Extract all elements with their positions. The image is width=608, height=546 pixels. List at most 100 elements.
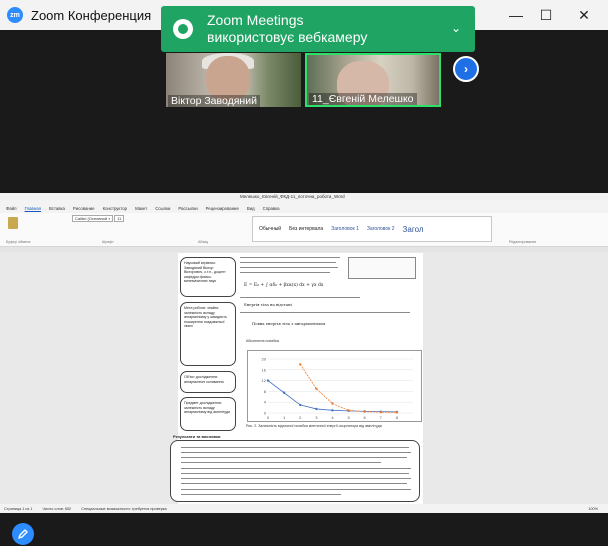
chevron-down-icon[interactable]: ⌄ bbox=[451, 21, 461, 35]
data-point bbox=[363, 410, 366, 413]
x-tick-label: 6 bbox=[364, 415, 367, 420]
tab-draw[interactable]: Рисование bbox=[73, 206, 95, 211]
zoom-logo-icon: zm bbox=[7, 7, 23, 23]
style-heading-1[interactable]: Заголовок 1 bbox=[331, 226, 359, 232]
text-line bbox=[181, 473, 409, 475]
status-accessibility[interactable]: Специальные возможности: требуется прове… bbox=[81, 507, 166, 511]
navigation-gutter bbox=[0, 253, 175, 505]
y-tick-label: 8 bbox=[264, 389, 267, 394]
style-title[interactable]: Загол bbox=[403, 225, 424, 234]
text-line bbox=[240, 312, 410, 314]
tab-design[interactable]: Конструктор bbox=[103, 206, 128, 211]
tab-references[interactable]: Ссылки bbox=[155, 206, 170, 211]
zoom-window: zm Zoom Конференция — ☐ ✕ Zoom Meetings … bbox=[0, 0, 608, 546]
bubble-text: Об’єкт дослідження: ангармонічні коливан… bbox=[184, 375, 224, 384]
conclusion-title: Результати та висновки bbox=[173, 434, 221, 439]
text-line bbox=[181, 468, 411, 470]
text-line bbox=[181, 462, 381, 464]
text-line bbox=[240, 297, 360, 299]
ribbon-group-paragraph[interactable]: Абзац bbox=[174, 215, 244, 245]
style-normal[interactable]: Обычный bbox=[259, 226, 281, 232]
tab-view[interactable]: Вид bbox=[247, 206, 255, 211]
data-point bbox=[315, 387, 318, 390]
data-point bbox=[299, 363, 302, 366]
document-title: Мелешко_Євгеній_ФКД-11_поточна_робота_Wo… bbox=[240, 194, 345, 199]
participant-name: 11_Євгеній Мелешко bbox=[309, 93, 417, 105]
ribbon-group-clipboard[interactable]: Буфер обмена bbox=[6, 215, 40, 245]
word-title-bar: Мелешко_Євгеній_ФКД-11_поточна_робота_Wo… bbox=[0, 193, 608, 203]
participant-video-tile-active[interactable]: 11_Євгеній Мелешко bbox=[305, 53, 441, 107]
formula-2: Енергія тіла на відстані bbox=[244, 302, 292, 307]
font-name-select[interactable]: Calibri (Основной т bbox=[72, 215, 114, 222]
pencil-icon bbox=[18, 529, 28, 539]
x-tick-label: 3 bbox=[315, 415, 318, 420]
tab-help[interactable]: Справка bbox=[263, 206, 280, 211]
tab-insert[interactable]: Вставка bbox=[49, 206, 65, 211]
figure-caption: Рис. 2. Залежність відносної похибки кін… bbox=[246, 424, 382, 428]
style-heading-2[interactable]: Заголовок 2 bbox=[367, 226, 395, 232]
advisor-bubble: Науковий керівник: Заводяний Віктор Вікт… bbox=[180, 257, 236, 297]
text-line bbox=[240, 257, 340, 259]
x-tick-label: 4 bbox=[331, 415, 334, 420]
text-line bbox=[181, 494, 341, 496]
text-line bbox=[181, 478, 411, 480]
text-line bbox=[181, 483, 407, 485]
zoom-level[interactable]: 100% bbox=[588, 507, 598, 511]
x-tick-label: 0 bbox=[267, 415, 270, 420]
close-button[interactable]: ✕ bbox=[566, 0, 602, 30]
text-line bbox=[240, 262, 336, 264]
bubble-text: Науковий керівник: Заводяний Віктор Вікт… bbox=[184, 261, 226, 284]
line-chart: 0481216200 1 2 3 4 5 6 7 8 bbox=[262, 357, 413, 420]
tab-home[interactable]: Главная bbox=[25, 206, 41, 211]
notification-line2: використовує вебкамеру bbox=[207, 29, 368, 45]
shared-screen[interactable]: Мелешко_Євгеній_ФКД-11_поточна_робота_Wo… bbox=[0, 193, 608, 513]
y-tick-label: 12 bbox=[262, 378, 267, 383]
webcam-notification[interactable]: Zoom Meetings використовує вебкамеру ⌄ bbox=[161, 6, 475, 52]
ribbon-group-font[interactable]: Calibri (Основной т 11 Шрифт bbox=[72, 215, 172, 245]
data-point bbox=[282, 391, 286, 394]
figure-1 bbox=[348, 257, 416, 279]
ribbon: Буфер обмена Calibri (Основной т 11 Шриф… bbox=[0, 213, 608, 247]
participant-name: Віктор Заводяний bbox=[168, 95, 260, 107]
text-line bbox=[181, 447, 409, 449]
tab-layout[interactable]: Макет bbox=[135, 206, 147, 211]
embedded-chart[interactable]: 0 4 8 12 16 20 0 1 2 3 4 5 6 7 8 bbox=[247, 350, 422, 422]
chart-caption-above: Абсолютна похибка bbox=[246, 339, 279, 343]
data-point bbox=[266, 379, 270, 382]
font-size-select[interactable]: 11 bbox=[114, 215, 125, 222]
style-no-spacing[interactable]: Без интервала bbox=[289, 226, 323, 232]
paste-icon[interactable] bbox=[8, 217, 18, 229]
x-tick-label: 5 bbox=[347, 415, 350, 420]
window-title: Zoom Конференция bbox=[31, 7, 152, 23]
text-line bbox=[181, 489, 411, 491]
ribbon-group-editing[interactable]: Редактирование bbox=[505, 215, 555, 245]
text-line bbox=[240, 272, 330, 274]
text-line bbox=[240, 267, 338, 269]
bubble-text: Предмет дослідження: залежність вкладу а… bbox=[184, 401, 231, 415]
data-point bbox=[299, 403, 302, 407]
annotate-button[interactable] bbox=[12, 523, 34, 545]
subject-bubble: Предмет дослідження: залежність вкладу а… bbox=[180, 397, 236, 431]
styles-gallery[interactable]: Обычный Без интервала Заголовок 1 Заголо… bbox=[252, 216, 492, 242]
data-point bbox=[395, 411, 399, 414]
series-line-2 bbox=[299, 364, 397, 413]
x-tick-label: 8 bbox=[396, 415, 399, 420]
maximize-button[interactable]: ☐ bbox=[528, 0, 564, 30]
data-point bbox=[315, 407, 318, 411]
text-line bbox=[181, 457, 407, 459]
tab-mailings[interactable]: Рассылки bbox=[178, 206, 197, 211]
word-status-bar: Страница 1 из 1 Число слов: 652 Специаль… bbox=[0, 504, 608, 513]
tab-review[interactable]: Рецензирование bbox=[206, 206, 239, 211]
data-point bbox=[331, 402, 334, 405]
conclusion-box: Результати та висновки bbox=[170, 434, 420, 502]
y-tick-label: 20 bbox=[262, 357, 267, 362]
tab-file[interactable]: Файл bbox=[6, 206, 17, 211]
participant-video-tile[interactable]: Віктор Заводяний bbox=[166, 53, 301, 107]
text-line bbox=[181, 452, 411, 454]
next-page-button[interactable]: › bbox=[453, 56, 479, 82]
data-point bbox=[379, 410, 382, 414]
y-tick-label: 4 bbox=[264, 400, 267, 405]
status-words: Число слов: 652 bbox=[42, 506, 72, 511]
webcam-icon bbox=[173, 19, 193, 39]
series-line-1 bbox=[267, 380, 397, 413]
